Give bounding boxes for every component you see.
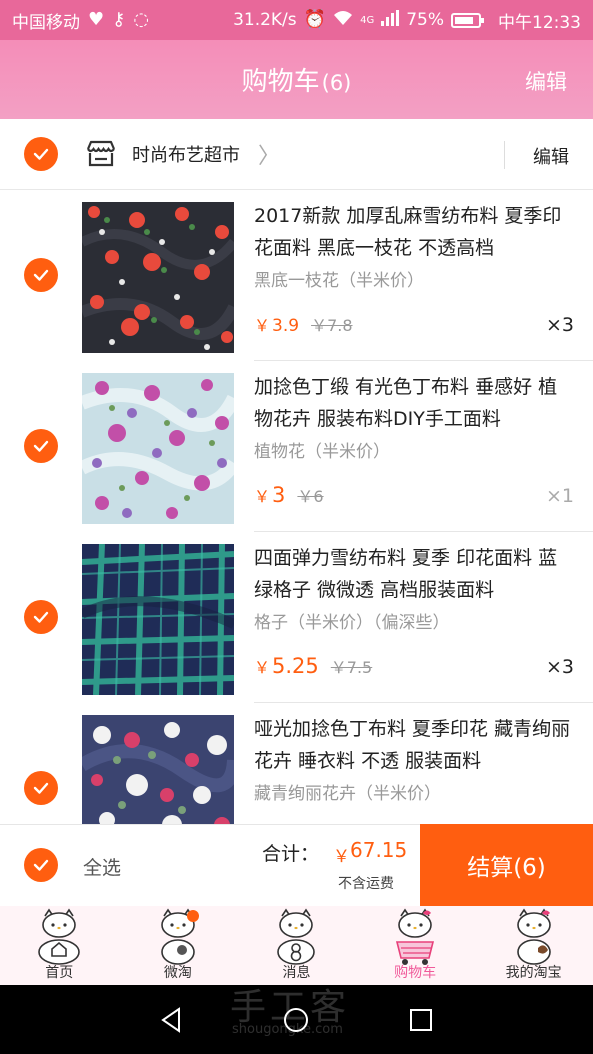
cart-item[interactable]: 2017新款 加厚乱麻雪纺布料 夏季印花面料 黑底一枝花 不透高档 黑底一枝花（… xyxy=(0,190,593,361)
status-bar: 中国移动 ♥ ⚷ ◌ 31.2K/s ⏰ 4G 75% 中午12:33 xyxy=(0,0,593,40)
item-title[interactable]: 四面弹力雪纺布料 夏季 印花面料 蓝绿格子 微微透 高档服装面料 xyxy=(254,542,574,606)
price-row: ￥ 5.25 ￥7.5 ×3 xyxy=(254,654,574,684)
tab-label: 微淘 xyxy=(163,965,192,981)
item-variant[interactable]: 格子（半米价）（偏深些） xyxy=(254,610,574,636)
heart-icon: ♥ xyxy=(88,9,105,30)
currency-symbol: ￥ xyxy=(254,487,271,506)
item-original-price: ￥7.8 xyxy=(311,316,353,335)
checkmark-icon xyxy=(33,859,49,871)
signal-icon xyxy=(381,10,400,30)
tab-messages[interactable]: 消息 xyxy=(237,906,356,985)
battery-percent: 75% xyxy=(406,10,444,30)
tab-home[interactable]: 首页 xyxy=(0,906,119,985)
item-variant[interactable]: 藏青绚丽花卉（半米价） xyxy=(254,781,574,807)
cart-item[interactable]: 四面弹力雪纺布料 夏季 印花面料 蓝绿格子 微微透 高档服装面料 格子（半米价）… xyxy=(0,532,593,703)
item-original-price: ￥6 xyxy=(297,487,324,506)
bottom-tab-bar: 首页 微淘 消息 购物车 我的淘宝 xyxy=(0,906,593,985)
total-value: 67.15 xyxy=(350,838,408,862)
wifi-icon xyxy=(333,10,353,30)
item-variant[interactable]: 黑底一枝花（半米价） xyxy=(254,268,574,294)
network-type: 4G xyxy=(360,14,375,26)
select-all-label[interactable]: 全选 xyxy=(83,853,121,880)
tab-label: 购物车 xyxy=(394,965,437,981)
cart-item[interactable]: 加捻色丁缎 有光色丁布料 垂感好 植物花卉 服装布料DIY手工面料 植物花（半米… xyxy=(0,361,593,532)
tab-label: 首页 xyxy=(45,965,74,981)
item-info[interactable]: 2017新款 加厚乱麻雪纺布料 夏季印花面料 黑底一枝花 不透高档 黑底一枝花（… xyxy=(254,200,574,294)
page-header: 购物车 (6) 编辑 xyxy=(0,40,593,119)
select-all-checkbox[interactable] xyxy=(24,848,58,882)
shipping-note: 不含运费 xyxy=(338,876,394,892)
item-checkbox[interactable] xyxy=(24,600,58,634)
carrier-label: 中国移动 xyxy=(12,12,80,33)
item-variant[interactable]: 植物花（半米价） xyxy=(254,439,574,465)
battery-icon xyxy=(451,12,484,28)
sync-icon: ◌ xyxy=(133,9,150,30)
item-price: 3 xyxy=(272,483,286,507)
shop-row: 时尚布艺超市 〉 编辑 xyxy=(0,119,593,190)
item-title[interactable]: 加捻色丁缎 有光色丁布料 垂感好 植物花卉 服装布料DIY手工面料 xyxy=(254,371,574,435)
item-info[interactable]: 四面弹力雪纺布料 夏季 印花面料 蓝绿格子 微微透 高档服装面料 格子（半米价）… xyxy=(254,542,574,636)
chevron-right-icon[interactable]: 〉 xyxy=(258,138,280,170)
item-price: 5.25 xyxy=(272,654,319,678)
item-title[interactable]: 哑光加捻色丁布料 夏季印花 藏青绚丽花卉 睡衣料 不透 服装面料 xyxy=(254,713,574,777)
page-title-text: 购物车 xyxy=(241,67,320,97)
checkmark-icon xyxy=(33,269,49,281)
alarm-icon: ⏰ xyxy=(303,9,327,30)
cart-item[interactable]: 哑光加捻色丁布料 夏季印花 藏青绚丽花卉 睡衣料 不透 服装面料 藏青绚丽花卉（… xyxy=(0,703,593,824)
back-icon[interactable] xyxy=(157,1005,187,1035)
item-checkbox[interactable] xyxy=(24,771,58,805)
hello-kitty-home-icon xyxy=(38,908,81,965)
checkmark-icon xyxy=(33,611,49,623)
system-nav-bar xyxy=(0,985,593,1054)
settle-button[interactable]: 结算(6) xyxy=(420,824,593,906)
checkmark-icon xyxy=(33,782,49,794)
currency-symbol: ￥ xyxy=(254,658,271,677)
divider xyxy=(504,141,505,169)
tab-weitao[interactable]: 微淘 xyxy=(119,906,238,985)
network-speed: 31.2K/s xyxy=(233,10,297,30)
total-currency: ￥ xyxy=(333,847,350,867)
item-checkbox[interactable] xyxy=(24,429,58,463)
item-original-price: ￥7.5 xyxy=(330,658,373,677)
item-info[interactable]: 哑光加捻色丁布料 夏季印花 藏青绚丽花卉 睡衣料 不透 服装面料 藏青绚丽花卉（… xyxy=(254,713,574,807)
key-icon: ⚷ xyxy=(112,9,126,30)
recents-icon[interactable] xyxy=(406,1005,436,1035)
tab-label: 我的淘宝 xyxy=(505,965,562,981)
checkmark-icon xyxy=(33,148,49,160)
price-row: ￥ 3.9 ￥7.8 ×3 xyxy=(254,312,574,342)
currency-symbol: ￥ xyxy=(254,316,271,335)
item-info[interactable]: 加捻色丁缎 有光色丁布料 垂感好 植物花卉 服装布料DIY手工面料 植物花（半米… xyxy=(254,371,574,465)
page-title: 购物车 (6) xyxy=(242,61,352,98)
header-edit-button[interactable]: 编辑 xyxy=(525,66,567,96)
price-row: ￥ 3 ￥6 ×1 xyxy=(254,483,574,513)
tab-label: 消息 xyxy=(282,965,311,981)
item-quantity: ×3 xyxy=(545,656,574,678)
product-image[interactable] xyxy=(82,202,234,353)
notification-badge xyxy=(186,910,199,922)
hello-kitty-profile-icon xyxy=(516,908,551,965)
clock: 中午12:33 xyxy=(498,12,581,33)
product-image[interactable] xyxy=(82,715,234,824)
item-checkbox[interactable] xyxy=(24,258,58,292)
home-icon[interactable] xyxy=(281,1005,311,1035)
item-title[interactable]: 2017新款 加厚乱麻雪纺布料 夏季印花面料 黑底一枝花 不透高档 xyxy=(254,200,574,264)
cart-item-list: 2017新款 加厚乱麻雪纺布料 夏季印花面料 黑底一枝花 不透高档 黑底一枝花（… xyxy=(0,190,593,824)
shop-name-link[interactable]: 时尚布艺超市 xyxy=(132,141,240,167)
hello-kitty-cart-icon xyxy=(396,908,435,965)
tab-cart[interactable]: 购物车 xyxy=(356,906,475,985)
item-price: 3.9 xyxy=(272,316,300,336)
hello-kitty-message-icon xyxy=(277,908,316,965)
shop-checkbox[interactable] xyxy=(24,137,58,171)
tab-my-taobao[interactable]: 我的淘宝 xyxy=(474,906,593,985)
item-quantity: ×3 xyxy=(545,314,574,336)
item-quantity: ×1 xyxy=(545,485,574,507)
checkmark-icon xyxy=(33,440,49,452)
checkout-bar: 全选 合计： ￥ 67.15 不含运费 结算(6) xyxy=(0,824,593,906)
total-label: 合计： xyxy=(262,843,320,865)
store-icon xyxy=(86,140,116,167)
product-image[interactable] xyxy=(82,373,234,524)
cart-count: (6) xyxy=(321,71,352,95)
shop-edit-button[interactable]: 编辑 xyxy=(533,143,569,169)
product-image[interactable] xyxy=(82,544,234,695)
